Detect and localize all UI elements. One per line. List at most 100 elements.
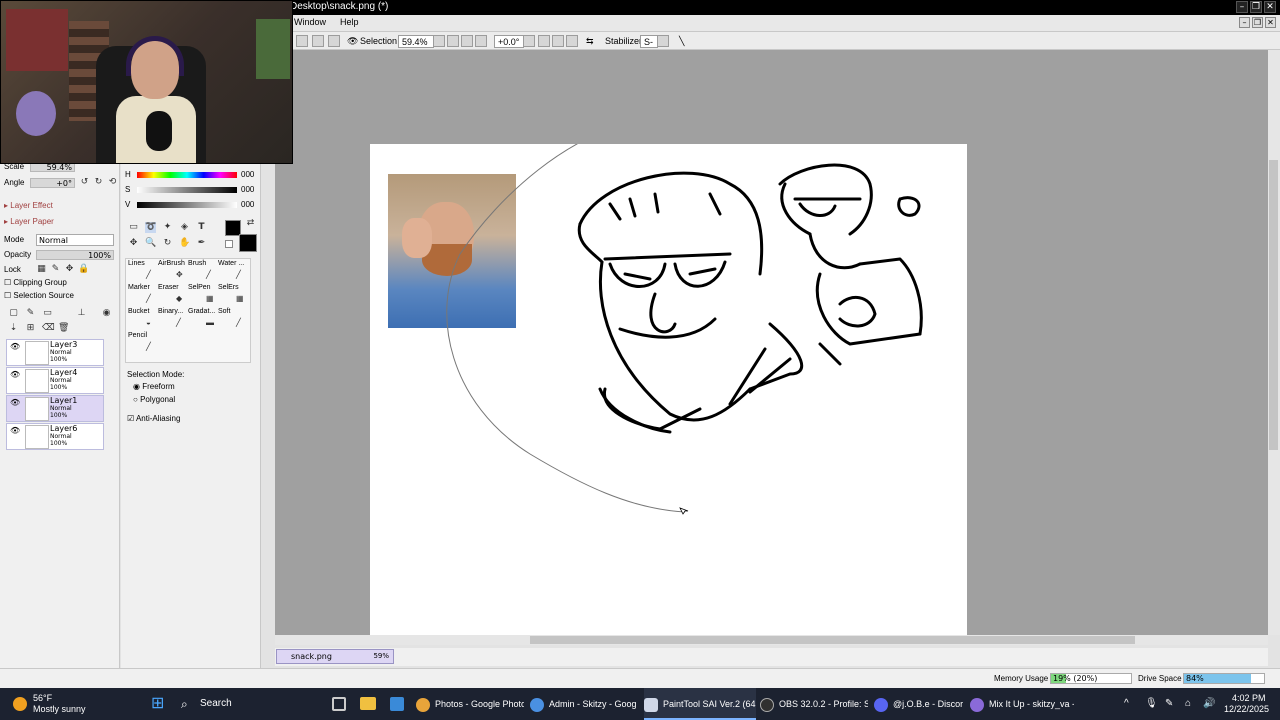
hue-slider[interactable]: [137, 172, 237, 178]
value-slider[interactable]: [137, 202, 237, 208]
clipping-group-checkbox[interactable]: ☐ Clipping Group: [4, 278, 67, 287]
volume-icon[interactable]: 🔊: [1203, 688, 1215, 720]
rotate-right-icon[interactable]: ↻: [93, 177, 104, 188]
freeform-radio[interactable]: ◉ Freeform: [133, 382, 175, 391]
line-icon[interactable]: ╲: [679, 35, 684, 48]
tool-brush[interactable]: Brush ╱: [188, 260, 218, 284]
tool-selpen[interactable]: SelPen ▦: [188, 284, 218, 308]
zoom-in-icon[interactable]: [461, 35, 473, 47]
layer-row-selected[interactable]: 👁 Layer1 Normal 100%: [6, 395, 104, 422]
layer-effect-section[interactable]: ▸ Layer Effect: [4, 201, 53, 210]
opacity-slider[interactable]: 100%: [36, 250, 114, 260]
store-icon[interactable]: [390, 697, 404, 711]
pen-tray-icon[interactable]: ✎: [1165, 688, 1173, 720]
new-linework-icon[interactable]: ✎: [25, 308, 36, 319]
tool-selers[interactable]: SelErs ▦: [218, 284, 248, 308]
layer-row[interactable]: 👁 Layer4 Normal 100%: [6, 367, 104, 394]
eyedropper-icon[interactable]: ✒: [196, 238, 207, 249]
taskbar-app-obs[interactable]: OBS 32.0.2 - Profile: St: [760, 688, 868, 720]
angle-slider[interactable]: +0°: [30, 178, 75, 188]
saturation-slider[interactable]: [137, 187, 237, 193]
tool-eraser[interactable]: Eraser ◆: [158, 284, 188, 308]
rotate-tool-icon[interactable]: ↻: [162, 238, 173, 249]
tray-overflow-icon[interactable]: ^: [1124, 688, 1129, 720]
zoom-reset-icon[interactable]: [475, 35, 487, 47]
taskbar-app-discord[interactable]: @j.O.B.e - Discor: [874, 688, 964, 720]
swap-colors-icon[interactable]: ⇄: [245, 218, 256, 229]
weather-desc[interactable]: Mostly sunny: [33, 704, 86, 714]
minimize-button[interactable]: –: [1236, 1, 1248, 13]
selection-toggle[interactable]: Selection: [360, 35, 397, 48]
toolbar-square-icon[interactable]: [296, 35, 308, 47]
tool-bucket[interactable]: Bucket ◒: [128, 308, 158, 332]
lasso-icon[interactable]: ➰: [145, 222, 156, 233]
tool-soft[interactable]: Soft ╱: [218, 308, 248, 332]
stabilizer-dropdown-icon[interactable]: [657, 35, 669, 47]
horizontal-scrollbar[interactable]: [275, 635, 1268, 645]
doc-restore-button[interactable]: ❐: [1252, 17, 1263, 28]
rotation-dropdown-icon[interactable]: [523, 35, 535, 47]
zoom-field[interactable]: 59.4%: [398, 35, 434, 48]
network-icon[interactable]: ⌂: [1185, 688, 1191, 720]
clock-time[interactable]: 4:02 PM: [1232, 693, 1266, 703]
layer-mask-icon[interactable]: ◉: [101, 308, 112, 319]
maximize-button[interactable]: ❐: [1250, 1, 1262, 13]
anti-aliasing-checkbox[interactable]: ☑ Anti-Aliasing: [127, 414, 180, 423]
eraser-tool-icon[interactable]: ◈: [179, 222, 190, 233]
rotate-left-icon[interactable]: ↺: [79, 177, 90, 188]
polygonal-radio[interactable]: ○ Polygonal: [133, 395, 175, 404]
layer-flip-icon[interactable]: ⊥: [76, 308, 87, 319]
visibility-eye-icon[interactable]: 👁: [10, 370, 20, 379]
tool-airbrush[interactable]: AirBrush ✥: [158, 260, 188, 284]
flip-icon[interactable]: ⇆: [586, 35, 594, 48]
magic-wand-icon[interactable]: ✦: [162, 222, 173, 233]
visibility-eye-icon[interactable]: 👁: [10, 426, 20, 435]
text-tool-icon[interactable]: T: [196, 222, 207, 233]
menu-help[interactable]: Help: [340, 17, 359, 27]
tool-binary[interactable]: Binary... ╱: [158, 308, 188, 332]
zoom-tool-icon[interactable]: 🔍: [145, 238, 156, 249]
blend-mode-select[interactable]: Normal: [36, 234, 114, 246]
transparent-swatch[interactable]: [225, 240, 233, 248]
search-label[interactable]: Search: [200, 698, 232, 709]
layer-paper-section[interactable]: ▸ Layer Paper: [4, 217, 54, 226]
search-icon[interactable]: ⌕: [181, 696, 188, 712]
zoom-out-icon[interactable]: [447, 35, 459, 47]
eye-icon[interactable]: 👁: [347, 35, 358, 48]
vertical-scrollbar[interactable]: [1268, 50, 1280, 635]
task-view-icon[interactable]: [332, 697, 346, 711]
rotate-left-icon[interactable]: [538, 35, 550, 47]
doc-close-button[interactable]: ✕: [1265, 17, 1276, 28]
taskbar-app-mixitup[interactable]: Mix It Up - skitzy_va -: [970, 688, 1074, 720]
duplicate-layer-icon[interactable]: ⊞: [25, 323, 36, 334]
tool-marker[interactable]: Marker ╱: [128, 284, 158, 308]
lock-all-icon[interactable]: 🔒: [78, 264, 89, 275]
new-layer-icon[interactable]: ▢: [8, 308, 19, 319]
doc-minimize-button[interactable]: –: [1239, 17, 1250, 28]
taskbar-app-photos[interactable]: Photos - Google Photo: [416, 688, 524, 720]
close-button[interactable]: ✕: [1264, 1, 1276, 13]
document-tab[interactable]: snack.png 59%: [276, 649, 394, 664]
clock-date[interactable]: 12/22/2025: [1224, 704, 1269, 714]
hand-tool-icon[interactable]: ✋: [179, 238, 190, 249]
tool-water[interactable]: Water ... ╱: [218, 260, 248, 284]
rotation-field[interactable]: +0.0°: [494, 35, 524, 48]
stabilizer-select[interactable]: S-2: [640, 35, 658, 60]
taskbar-app-admin[interactable]: Admin - Skitzy - Goog: [530, 688, 638, 720]
canvas-area[interactable]: [275, 50, 1268, 635]
tool-lines[interactable]: Lines ╱: [128, 260, 158, 284]
lock-move-icon[interactable]: ✥: [64, 264, 75, 275]
rotate-reset-icon[interactable]: [566, 35, 578, 47]
visibility-eye-icon[interactable]: 👁: [10, 342, 20, 351]
weather-temp[interactable]: 56°F: [33, 693, 52, 703]
horizontal-scroll-thumb[interactable]: [530, 636, 1135, 644]
menu-window[interactable]: Window: [294, 17, 326, 27]
clear-layer-icon[interactable]: ⌫: [42, 323, 55, 334]
reset-icon[interactable]: ⟲: [107, 177, 118, 188]
new-folder-icon[interactable]: ▭: [42, 308, 53, 319]
lock-paint-icon[interactable]: ✎: [50, 264, 61, 275]
vertical-scroll-thumb[interactable]: [1269, 160, 1278, 450]
visibility-eye-icon[interactable]: 👁: [10, 398, 20, 407]
file-explorer-icon[interactable]: [360, 697, 376, 710]
weather-icon[interactable]: [13, 697, 27, 711]
